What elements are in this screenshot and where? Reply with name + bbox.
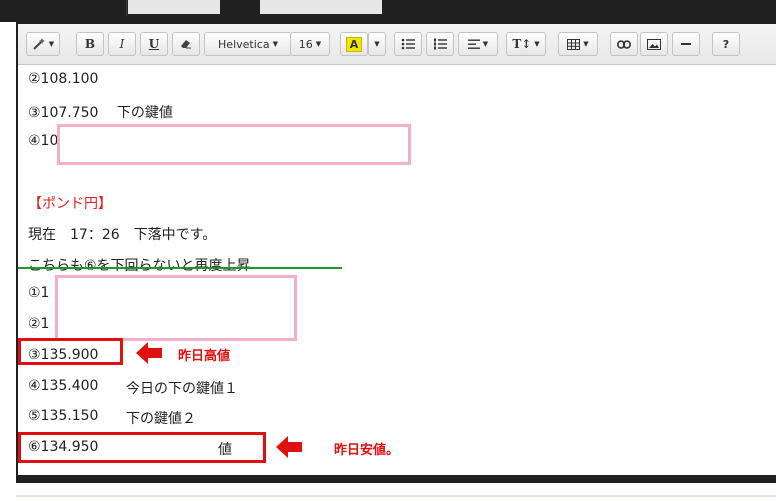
caret-down-icon: ▼ (272, 40, 278, 48)
redaction-box (55, 275, 297, 341)
editor-bottom-border (16, 475, 776, 483)
redaction-box (57, 124, 411, 165)
page-footer-strip (0, 483, 776, 501)
tab-html[interactable] (128, 0, 220, 14)
content-line: ②1 (28, 316, 50, 332)
content-line: 今日の下の鍵値１ (126, 381, 238, 397)
bullet-list-button[interactable] (394, 32, 422, 56)
font-size-value: 16 (298, 37, 313, 51)
align-dropdown[interactable]: ▼ (458, 32, 498, 56)
content-line: ④10 (28, 133, 59, 149)
caret-down-icon: ▼ (534, 40, 540, 48)
caret-down-icon: ▼ (315, 40, 322, 48)
highlight-box-low (18, 432, 266, 463)
content-line: ①1 (28, 285, 50, 301)
text-color-dropdown[interactable]: ▼ (368, 32, 386, 56)
editor-toolbar: ▼ B I U Helvetica ▼ 16 ▼ A ▼ ▼ T↕ ▼ ▼ ? (18, 24, 776, 65)
caret-down-icon: ▼ (482, 40, 489, 48)
annotation-high: 昨日高値 (178, 349, 231, 364)
italic-button[interactable]: I (108, 32, 136, 56)
content-line: 現在 17：26 下落中です。 (28, 227, 217, 243)
image-button[interactable] (640, 32, 668, 56)
line-height-dropdown[interactable]: T↕ ▼ (506, 32, 546, 56)
help-button[interactable]: ? (712, 32, 740, 56)
highlight-box-high (18, 338, 123, 365)
font-size-dropdown[interactable]: 16 ▼ (290, 32, 330, 56)
text-color-button[interactable]: A (340, 32, 368, 56)
tab-visual[interactable] (18, 0, 127, 16)
left-arrow-icon (276, 436, 302, 458)
table-icon (567, 38, 581, 50)
magic-wand-icon (33, 38, 45, 50)
page-footer-line (16, 495, 776, 497)
caret-down-icon: ▼ (374, 40, 380, 48)
link-button[interactable] (610, 32, 638, 56)
text-color-letter: A (345, 36, 363, 52)
font-family-dropdown[interactable]: Helvetica ▼ (204, 32, 292, 56)
numbered-list-icon (434, 38, 447, 50)
annotation-low: 昨日安値。 (334, 443, 400, 458)
green-underline (18, 267, 342, 269)
magic-wand-button[interactable]: ▼ (26, 32, 60, 56)
image-icon (647, 38, 661, 50)
text-height-icon: T↕ (512, 37, 532, 51)
underline-button[interactable]: U (140, 32, 168, 56)
horizontal-rule-button[interactable] (672, 32, 700, 56)
help-icon: ? (722, 37, 730, 51)
table-dropdown[interactable]: ▼ (558, 32, 598, 56)
content-line: ⑤135.150 (28, 408, 99, 424)
font-family-value: Helvetica (218, 37, 270, 51)
bold-button[interactable]: B (76, 32, 104, 56)
content-line: ②108.100 (28, 71, 99, 87)
eraser-button[interactable] (172, 32, 200, 56)
section-heading: 【ポンド円】 (28, 196, 112, 212)
eraser-icon (181, 40, 191, 49)
content-line: ③107.750 下の鍵値 (28, 105, 173, 121)
content-line: ④135.400 (28, 378, 99, 394)
align-left-icon (467, 39, 480, 49)
caret-down-icon: ▼ (48, 40, 55, 48)
horizontal-rule-icon (681, 43, 691, 45)
caret-down-icon: ▼ (583, 40, 589, 48)
link-icon (617, 39, 631, 49)
left-arrow-icon (136, 342, 162, 364)
bullet-list-icon (401, 38, 415, 50)
numbered-list-button[interactable] (426, 32, 454, 56)
content-line: 下の鍵値２ (126, 411, 196, 427)
content-line: こちらも⑥を下回らないと再度上昇 (28, 258, 251, 274)
editor-content[interactable]: ②108.100 ③107.750 下の鍵値 ④10 【ポンド円】 現在 17：… (18, 65, 776, 475)
tab-preview[interactable] (260, 0, 382, 14)
